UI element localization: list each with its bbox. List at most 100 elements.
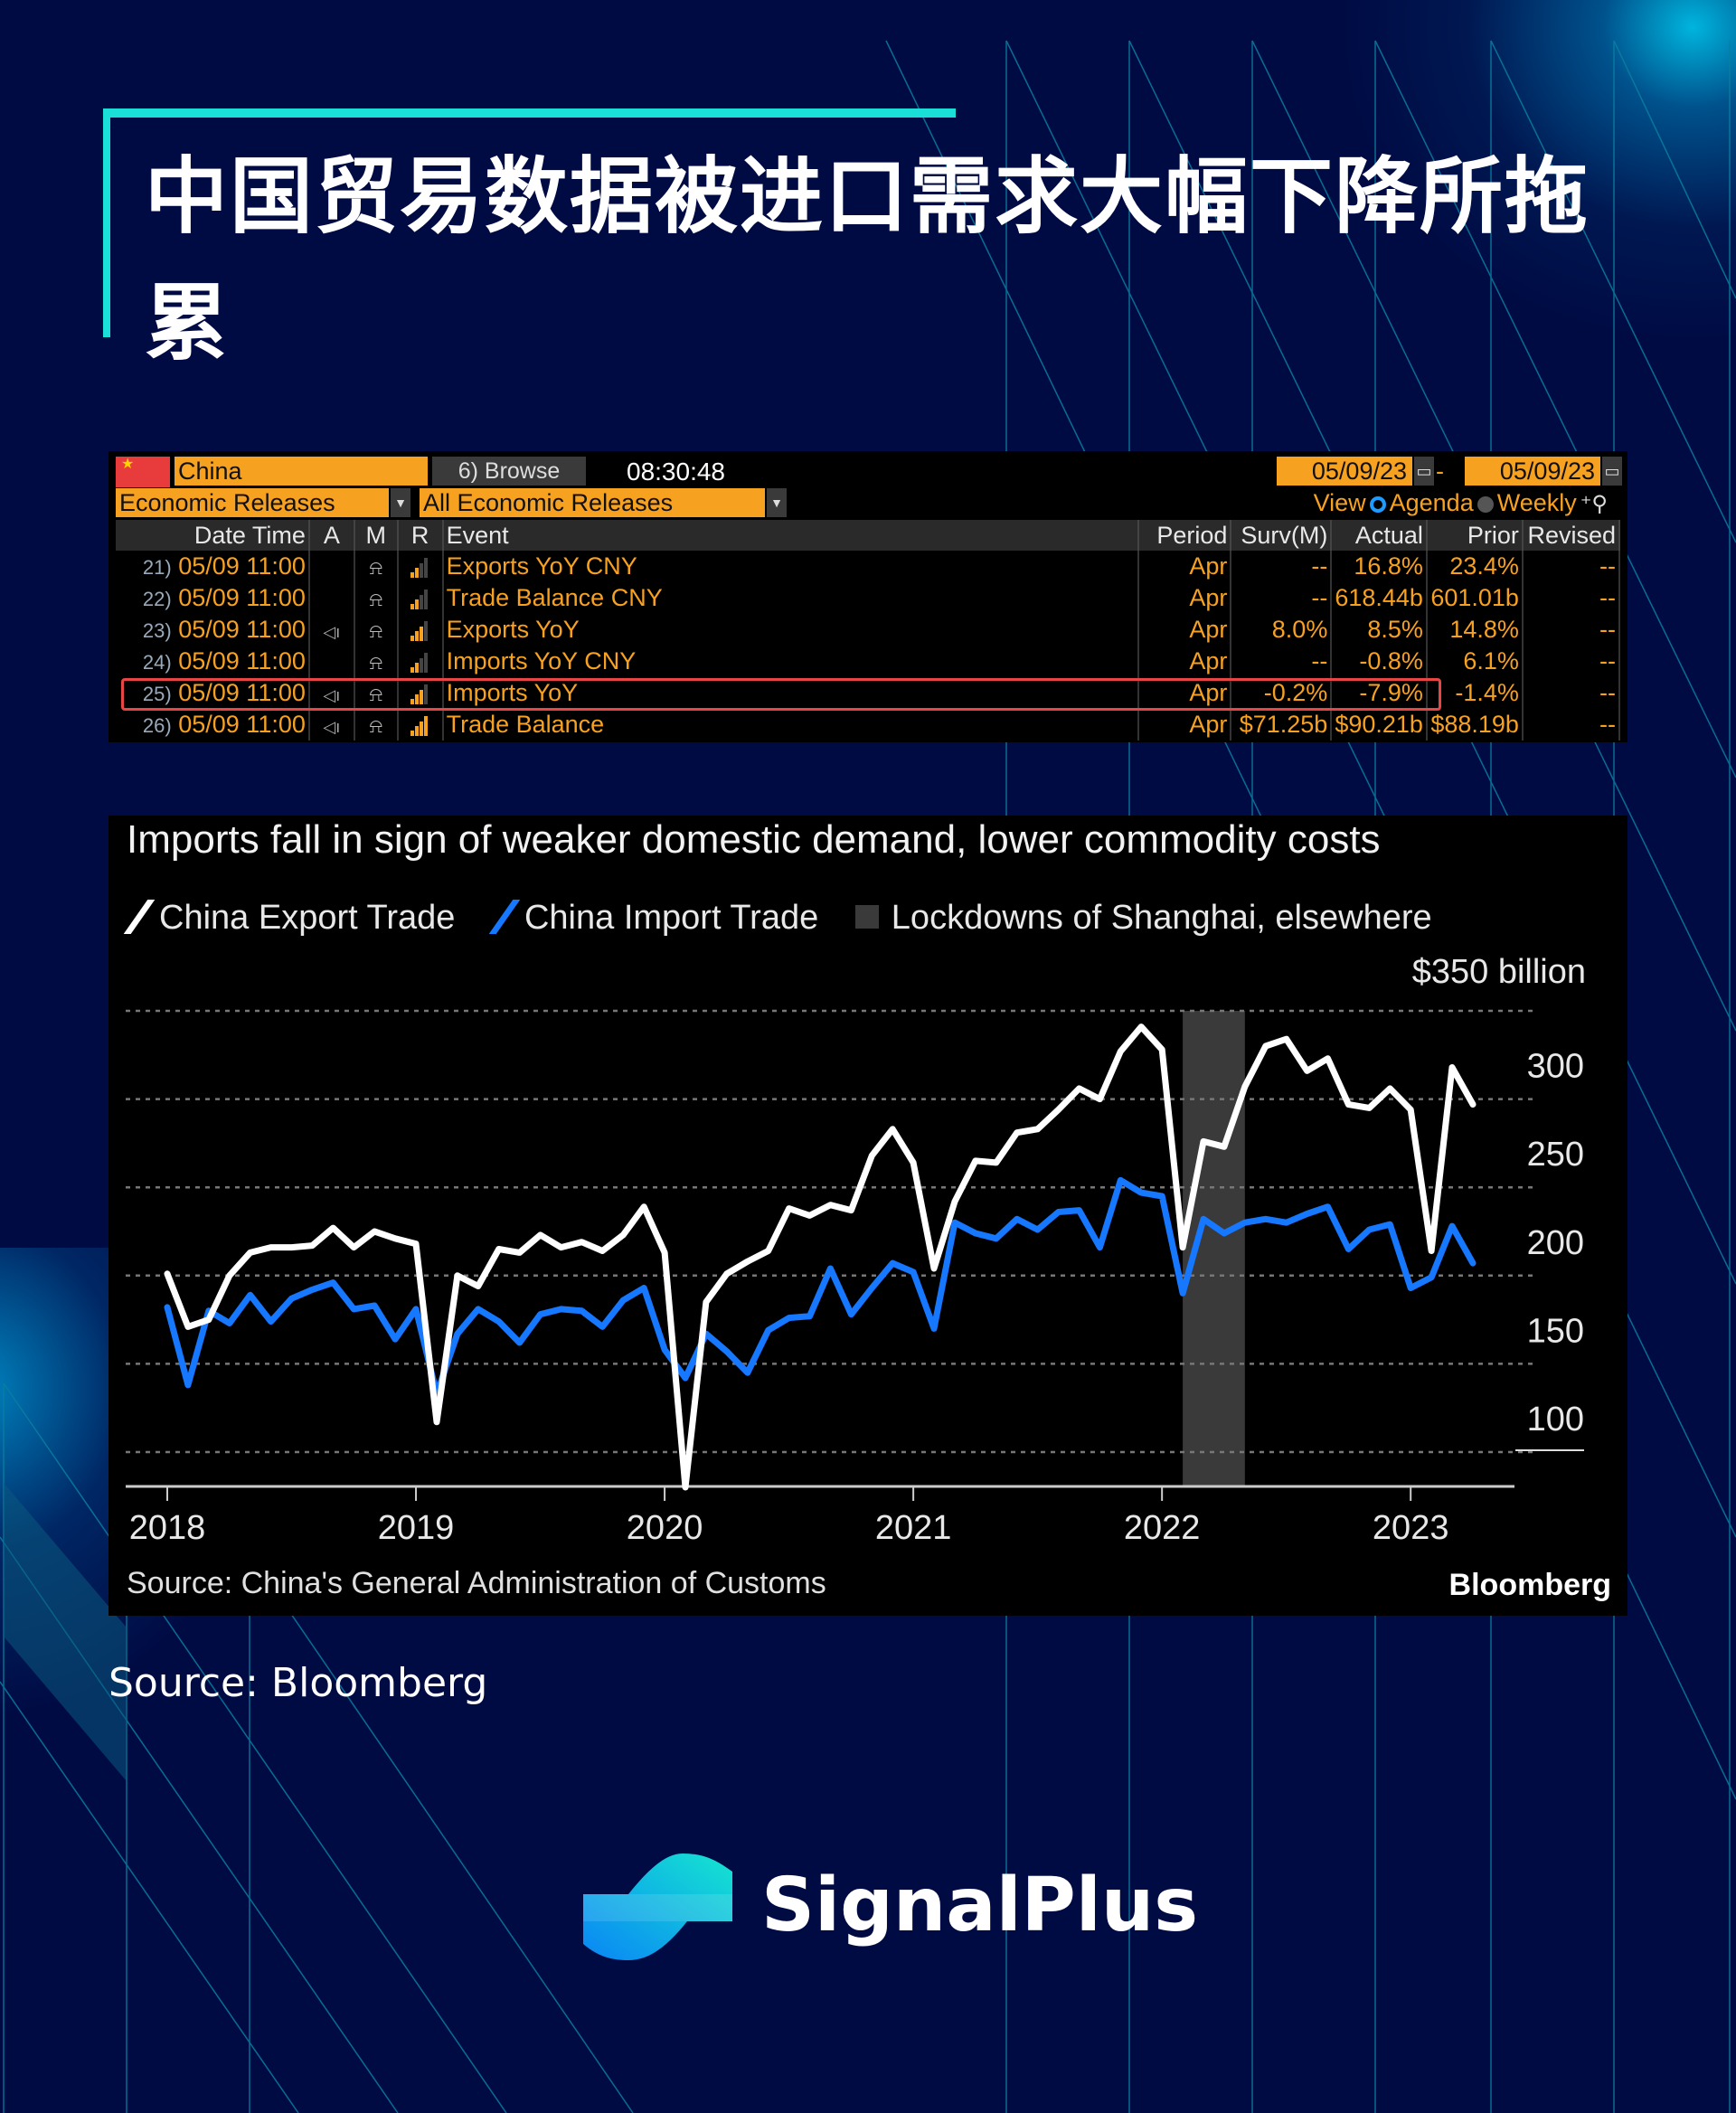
audio-cell[interactable]: [308, 551, 355, 582]
alert-cell[interactable]: ⍾: [354, 646, 399, 677]
event-datetime: 25) 05/09 11:00: [116, 677, 310, 709]
alert-cell[interactable]: ⍾: [354, 551, 399, 582]
view-option-weekly[interactable]: Weekly: [1497, 489, 1577, 516]
event-period: Apr: [1138, 582, 1232, 614]
zoom-in-icon[interactable]: ⁺⚲: [1580, 492, 1608, 516]
bell-icon[interactable]: ⍾: [369, 683, 382, 705]
y-tick-label: 200: [1527, 1224, 1584, 1262]
view-option-agenda[interactable]: Agenda: [1390, 489, 1474, 516]
bell-icon[interactable]: ⍾: [369, 588, 382, 610]
audio-cell[interactable]: [308, 582, 355, 614]
event-name[interactable]: Exports YoY: [442, 614, 1140, 646]
col-audio[interactable]: A: [308, 520, 355, 551]
event-name[interactable]: Imports YoY CNY: [442, 646, 1140, 677]
event-datetime: 22) 05/09 11:00: [116, 582, 310, 614]
col-period[interactable]: Period: [1138, 520, 1232, 551]
event-revised: --: [1522, 582, 1621, 614]
bell-icon[interactable]: ⍾: [369, 651, 382, 674]
calendar-icon[interactable]: ▭: [1414, 457, 1434, 486]
speaker-icon[interactable]: ◁ı: [323, 718, 340, 736]
relevance-bars-icon: [410, 557, 430, 578]
chevron-down-icon[interactable]: ▼: [767, 488, 787, 517]
export-trade-line: [164, 1023, 1477, 1491]
audio-cell[interactable]: ◁ı: [308, 677, 355, 709]
audio-cell[interactable]: ◁ı: [308, 614, 355, 646]
col-datetime[interactable]: Date Time: [116, 520, 310, 551]
col-alert[interactable]: M: [354, 520, 399, 551]
relevance-cell: [397, 709, 444, 740]
event-row[interactable]: 23) 05/09 11:00 ◁ı ⍾ Exports YoY Apr 8.0% 8.5%…: [116, 614, 1621, 646]
event-datetime: 24) 05/09 11:00: [116, 646, 310, 677]
event-actual: 16.8%: [1331, 551, 1428, 582]
row-number: 23): [142, 619, 172, 642]
x-tick-label: 2023: [1373, 1509, 1449, 1547]
relevance-bars-icon: [410, 589, 430, 609]
datetime-value: 05/09 11:00: [178, 679, 306, 706]
col-relevance[interactable]: R: [397, 520, 444, 551]
event-survey: --: [1231, 582, 1333, 614]
event-row[interactable]: 25) 05/09 11:00 ◁ı ⍾ Imports YoY Apr -0.2% -7.…: [116, 677, 1621, 709]
events-table-header: Date Time A M R Event Period Surv(M) Act…: [116, 520, 1621, 551]
event-datetime: 23) 05/09 11:00: [116, 614, 310, 646]
event-actual: 618.44b: [1331, 582, 1428, 614]
relevance-cell: [397, 582, 444, 614]
bell-icon[interactable]: ⍾: [369, 556, 382, 579]
event-row[interactable]: 26) 05/09 11:00 ◁ı ⍾ Trade Balance Apr $71.25…: [116, 709, 1621, 740]
x-tick-label: 2019: [378, 1509, 455, 1547]
country-field[interactable]: China: [175, 457, 428, 486]
event-datetime: 21) 05/09 11:00: [116, 551, 310, 582]
alert-cell[interactable]: ⍾: [354, 709, 399, 740]
alert-cell[interactable]: ⍾: [354, 582, 399, 614]
terminal-filters: Economic Releases ▼ All Economic Release…: [116, 488, 1620, 517]
relevance-cell: [397, 677, 444, 709]
col-prior[interactable]: Prior: [1426, 520, 1524, 551]
datetime-value: 05/09 11:00: [178, 552, 306, 580]
event-revised: --: [1522, 614, 1621, 646]
chart-source: Source: China's General Administration o…: [127, 1566, 826, 1600]
x-tick-label: 2022: [1124, 1509, 1201, 1547]
radio-weekly[interactable]: [1477, 496, 1494, 513]
event-row[interactable]: 24) 05/09 11:00 ⍾ Imports YoY CNY Apr -- -0.8…: [116, 646, 1621, 677]
category-dropdown[interactable]: Economic Releases: [116, 488, 389, 517]
event-name[interactable]: Exports YoY CNY: [442, 551, 1140, 582]
event-survey: 8.0%: [1231, 614, 1333, 646]
event-name[interactable]: Imports YoY: [442, 677, 1140, 709]
event-name[interactable]: Trade Balance: [442, 709, 1140, 740]
event-revised: --: [1522, 646, 1621, 677]
bell-icon[interactable]: ⍾: [369, 714, 382, 737]
event-name[interactable]: Trade Balance CNY: [442, 582, 1140, 614]
radio-agenda[interactable]: [1369, 496, 1386, 513]
speaker-icon[interactable]: ◁ı: [323, 686, 340, 704]
y-tick-label: 250: [1527, 1136, 1584, 1174]
page-title: 中国贸易数据被进口需求大幅下降所拖累: [145, 148, 1590, 372]
calendar-icon[interactable]: ▭: [1602, 457, 1622, 486]
audio-cell[interactable]: ◁ı: [308, 709, 355, 740]
event-prior: 14.8%: [1426, 614, 1524, 646]
col-event[interactable]: Event: [442, 520, 1140, 551]
alert-cell[interactable]: ⍾: [354, 677, 399, 709]
x-tick-label: 2020: [627, 1509, 703, 1547]
col-actual[interactable]: Actual: [1331, 520, 1428, 551]
relevance-cell: [397, 614, 444, 646]
page-source: Source: Bloomberg: [108, 1660, 488, 1706]
audio-cell[interactable]: [308, 646, 355, 677]
col-survey[interactable]: Surv(M): [1231, 520, 1333, 551]
col-revised[interactable]: Revised: [1522, 520, 1621, 551]
event-actual: -7.9%: [1331, 677, 1428, 709]
alert-cell[interactable]: ⍾: [354, 614, 399, 646]
speaker-icon[interactable]: ◁ı: [323, 623, 340, 641]
event-row[interactable]: 21) 05/09 11:00 ⍾ Exports YoY CNY Apr -- 16.8…: [116, 551, 1621, 582]
datetime-value: 05/09 11:00: [178, 647, 306, 674]
event-revised: --: [1522, 677, 1621, 709]
event-row[interactable]: 22) 05/09 11:00 ⍾ Trade Balance CNY Apr -- 61…: [116, 582, 1621, 614]
date-from-field[interactable]: 05/09/23: [1277, 457, 1412, 486]
filter-dropdown[interactable]: All Economic Releases: [420, 488, 765, 517]
date-to-field[interactable]: 05/09/23: [1465, 457, 1600, 486]
relevance-bars-icon: [410, 715, 430, 736]
browse-button[interactable]: 6) Browse: [432, 457, 586, 486]
bell-icon[interactable]: ⍾: [369, 619, 382, 642]
terminal-panel: ★ China 6) Browse 08:30:48 05/09/23 ▭ - …: [108, 451, 1628, 742]
view-options: View Agenda Weekly ⁺⚲: [1314, 488, 1608, 519]
chevron-down-icon[interactable]: ▼: [391, 488, 410, 517]
relevance-cell: [397, 551, 444, 582]
